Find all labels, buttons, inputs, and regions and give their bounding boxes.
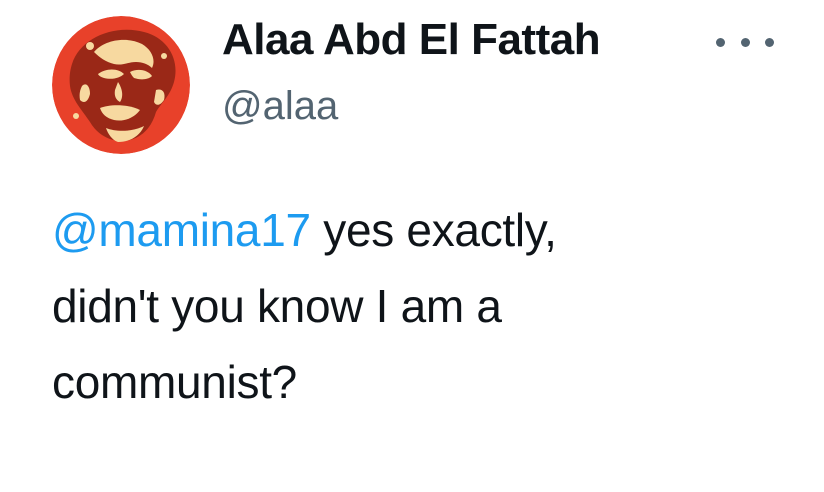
author-handle[interactable]: @alaa	[222, 82, 338, 130]
tweet-text-line2: didn't you know I am a	[52, 280, 502, 332]
tweet-card: Alaa Abd El Fattah @alaa @mamina17 yes e…	[0, 0, 824, 492]
ellipsis-icon	[716, 37, 725, 47]
more-options-button[interactable]	[712, 24, 778, 60]
tweet-text: @mamina17 yes exactly, didn't you know I…	[52, 192, 772, 420]
profile-portrait-icon	[52, 16, 190, 154]
ellipsis-icon	[765, 37, 774, 47]
tweet-text-line1: yes exactly,	[310, 204, 557, 256]
tweet-text-line3: communist?	[52, 356, 297, 408]
author-display-name[interactable]: Alaa Abd El Fattah	[222, 14, 601, 66]
ellipsis-icon	[740, 37, 750, 47]
mention-link[interactable]: @mamina17	[52, 204, 311, 256]
author-avatar[interactable]	[52, 16, 190, 154]
